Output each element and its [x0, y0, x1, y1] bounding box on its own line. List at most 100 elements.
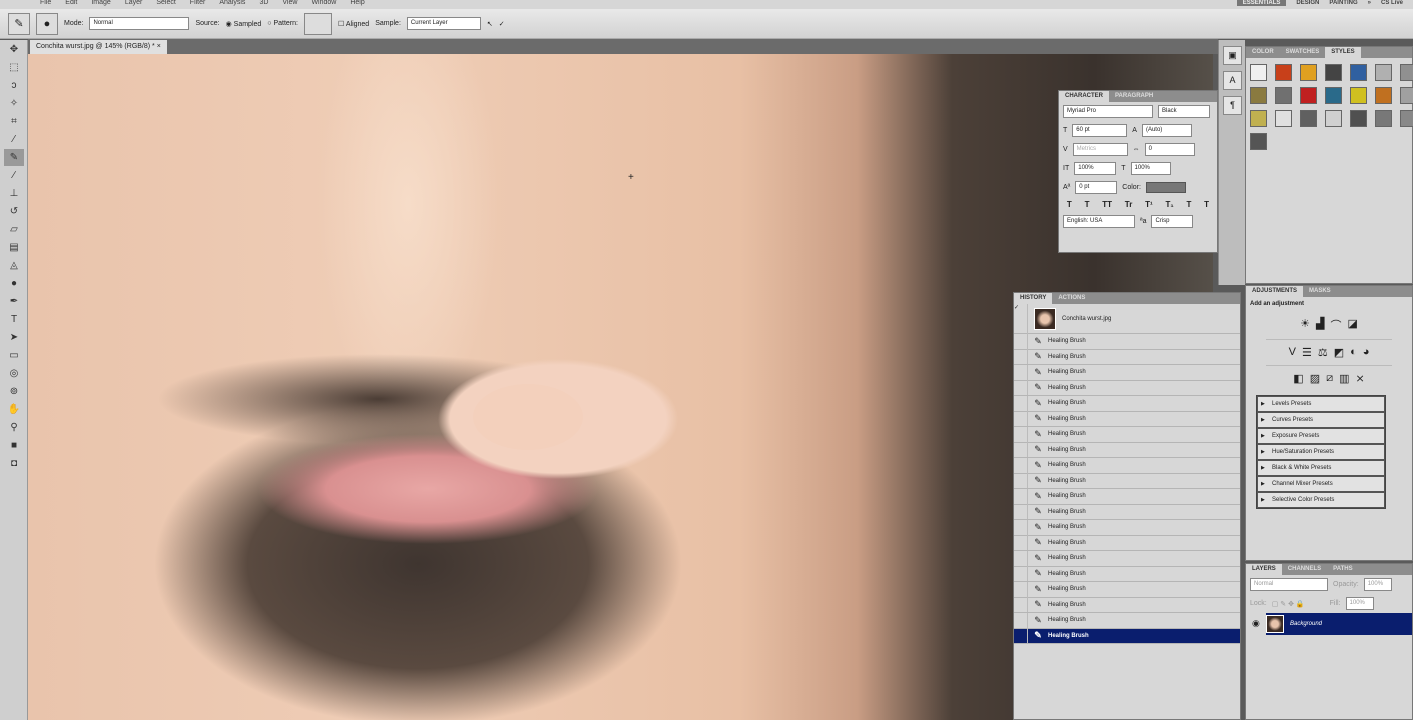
eraser-tool-icon[interactable]: ▱ [4, 221, 24, 238]
posterize-icon[interactable]: ▨ [1310, 372, 1320, 385]
history-brush-source[interactable] [1014, 333, 1028, 349]
history-state[interactable]: ✎ Healing Brush [1014, 566, 1240, 582]
source-pattern-radio[interactable]: ○ Pattern: [267, 20, 298, 27]
history-state[interactable]: ✎ Healing Brush [1014, 411, 1240, 427]
style-swatch[interactable] [1400, 87, 1413, 104]
style-swatch[interactable] [1250, 87, 1267, 104]
curves-icon[interactable]: ⌒ [1330, 317, 1341, 333]
clone-stamp-tool-icon[interactable]: ⊥ [4, 185, 24, 202]
type-style-button[interactable]: T [1186, 200, 1191, 209]
tab-layers[interactable]: LAYERS [1246, 564, 1282, 575]
history-brush-source[interactable] [1014, 395, 1028, 411]
style-swatch[interactable] [1275, 87, 1292, 104]
menu-select[interactable]: Select [156, 0, 175, 9]
style-swatch[interactable] [1300, 87, 1317, 104]
gradient-map-icon[interactable]: ▥ [1339, 372, 1349, 385]
crop-tool-icon[interactable]: ⌗ [4, 113, 24, 130]
black-white-icon[interactable]: ◩ [1334, 346, 1344, 359]
vertical-scale-field[interactable]: 100% [1074, 162, 1117, 175]
font-size-field[interactable]: 60 pt [1072, 124, 1128, 137]
tab-history[interactable]: HISTORY [1014, 293, 1053, 304]
pressure-icon[interactable]: ✓ [499, 20, 505, 28]
tab-swatches[interactable]: SWATCHES [1280, 47, 1326, 58]
move-tool-icon[interactable]: ✥ [4, 41, 24, 58]
zoom-tool-icon[interactable]: ⚲ [4, 419, 24, 436]
exposure-icon[interactable]: ◪ [1347, 317, 1357, 333]
history-brush-source[interactable] [1014, 566, 1028, 582]
history-brush-source[interactable] [1014, 442, 1028, 458]
text-color-swatch[interactable] [1145, 182, 1186, 193]
visibility-eye-icon[interactable]: ◉ [1252, 618, 1260, 629]
preset-item[interactable]: Exposure Presets [1257, 428, 1385, 444]
horizontal-scale-field[interactable]: 100% [1130, 162, 1171, 175]
style-swatch[interactable] [1325, 110, 1342, 127]
tool-preset-picker[interactable]: ✎ [8, 12, 30, 35]
history-brush-tool-icon[interactable]: ↺ [4, 203, 24, 220]
history-state[interactable]: ✎ Healing Brush [1014, 519, 1240, 536]
gradient-tool-icon[interactable]: ▤ [4, 239, 24, 256]
cs-live-button[interactable]: CS Live [1381, 0, 1403, 6]
history-state[interactable]: ✎ Healing Brush [1014, 488, 1240, 505]
ignore-adjustment-icon[interactable]: ↖ [487, 20, 493, 28]
paragraph-icon[interactable]: ¶ [1223, 96, 1242, 115]
source-sampled-radio[interactable]: ◉ Sampled [226, 20, 262, 28]
healing-brush-tool-icon[interactable]: ✎ [4, 149, 24, 166]
history-brush-source[interactable] [1014, 364, 1028, 380]
menu-image[interactable]: Image [91, 0, 110, 9]
lasso-tool-icon[interactable]: ↄ [4, 77, 24, 94]
style-swatch[interactable] [1350, 87, 1367, 104]
tab-character[interactable]: CHARACTER [1059, 91, 1109, 102]
type-style-button[interactable]: TT [1102, 200, 1112, 209]
history-state[interactable]: ✎ Healing Brush [1014, 364, 1240, 381]
brush-picker[interactable]: ● [36, 12, 58, 35]
history-brush-source[interactable] [1014, 550, 1028, 566]
mode-select[interactable]: Normal [89, 17, 190, 30]
color-swatches-icon[interactable]: ■ [4, 437, 24, 454]
document-tab[interactable]: Conchita wurst.jpg @ 145% (RGB/8) * × [30, 40, 167, 54]
style-swatch[interactable] [1375, 87, 1392, 104]
path-select-tool-icon[interactable]: ➤ [4, 329, 24, 346]
history-state[interactable]: ✎ Healing Brush [1014, 380, 1240, 396]
tab-channels[interactable]: CHANNELS [1282, 564, 1327, 575]
selective-color-icon[interactable]: ⨯ [1356, 372, 1365, 385]
type-style-button[interactable]: T [1204, 200, 1209, 209]
history-state[interactable]: ✎ Healing Brush [1014, 504, 1240, 520]
history-state[interactable]: ✎ Healing Brush [1014, 535, 1240, 551]
navigator-icon[interactable]: ▣ [1223, 46, 1242, 65]
antialias-select[interactable]: Crisp [1151, 215, 1194, 228]
invert-icon[interactable]: ◧ [1293, 372, 1303, 385]
history-state[interactable]: ✎ Healing Brush [1014, 581, 1240, 598]
history-brush-source[interactable] [1014, 411, 1028, 427]
blur-tool-icon[interactable]: ◬ [4, 257, 24, 274]
preset-item[interactable]: Selective Color Presets [1257, 492, 1385, 508]
style-swatch[interactable] [1325, 87, 1342, 104]
menu-help[interactable]: Help [350, 0, 364, 9]
tab-actions[interactable]: ACTIONS [1052, 293, 1091, 304]
channel-mixer-icon[interactable]: ◕ [1363, 346, 1370, 359]
workspace-more[interactable]: » [1368, 0, 1371, 6]
menu-window[interactable]: Window [311, 0, 336, 9]
workspace-design[interactable]: DESIGN [1296, 0, 1319, 6]
preset-item[interactable]: Levels Presets [1257, 396, 1385, 412]
dodge-tool-icon[interactable]: ● [4, 275, 24, 292]
workspace-essentials[interactable]: ESSENTIALS [1236, 0, 1287, 6]
pattern-picker[interactable] [304, 12, 332, 35]
lock-icons[interactable]: ▢ ✎ ✥ 🔒 [1272, 600, 1305, 608]
style-swatch[interactable] [1350, 110, 1367, 127]
history-brush-source[interactable] [1014, 628, 1028, 644]
3d-orbit-tool-icon[interactable]: ⊚ [4, 383, 24, 400]
close-icon[interactable]: × [157, 43, 161, 50]
history-state[interactable]: ✎ Healing Brush [1014, 349, 1240, 365]
character-icon[interactable]: A [1223, 71, 1242, 90]
preset-item[interactable]: Hue/Saturation Presets [1257, 444, 1385, 460]
type-style-button[interactable]: T¹ [1145, 200, 1153, 209]
hue-saturation-icon[interactable]: ☰ [1302, 346, 1312, 359]
tab-styles[interactable]: STYLES [1325, 47, 1361, 58]
history-brush-source[interactable] [1014, 612, 1028, 628]
font-family-select[interactable]: Myriad Pro [1063, 105, 1153, 118]
preset-item[interactable]: Curves Presets [1257, 412, 1385, 428]
menu-filter[interactable]: Filter [190, 0, 206, 9]
history-state[interactable]: ✎ Healing Brush [1014, 395, 1240, 412]
language-select[interactable]: English: USA [1063, 215, 1135, 228]
history-state[interactable]: ✎ Healing Brush [1014, 333, 1240, 350]
